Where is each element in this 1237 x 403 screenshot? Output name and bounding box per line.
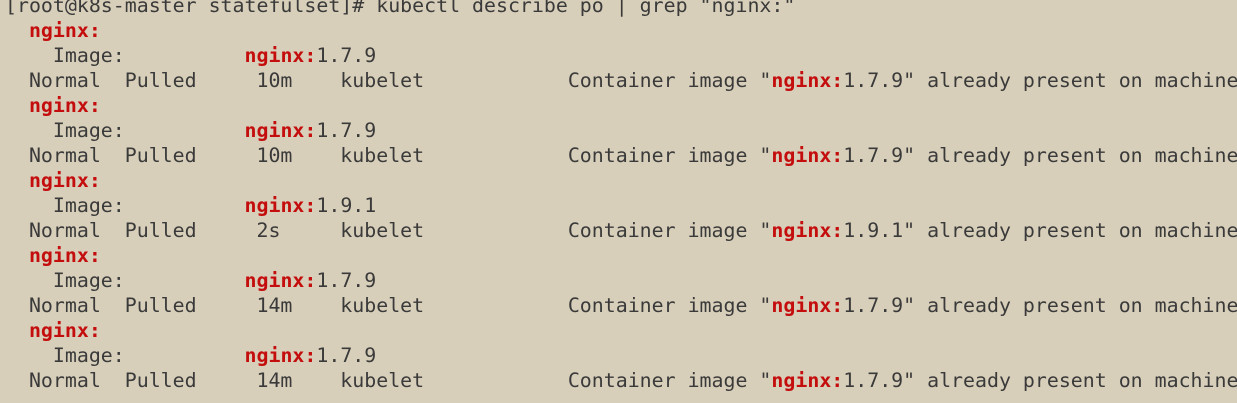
container-name-line: nginx: [5, 243, 1237, 268]
grep-match: nginx: [771, 219, 844, 242]
event-text: Normal Pulled 14m kubelet Container imag… [5, 294, 772, 317]
event-line: Normal Pulled 2s kubelet Container image… [5, 218, 1237, 243]
image-version: 1.7.9 [316, 44, 377, 67]
grep-match: nginx: [244, 119, 317, 142]
event-text-end: 1.7.9" already present on machine [843, 144, 1237, 167]
image-version: 1.9.1 [316, 194, 377, 217]
grep-match: nginx: [244, 269, 317, 292]
image-line: Image: nginx:1.9.1 [5, 193, 1237, 218]
grep-match: nginx: [28, 169, 101, 192]
grep-match: nginx: [244, 194, 317, 217]
container-name-line: nginx: [5, 168, 1237, 193]
event-text-end: 1.7.9" already present on machine [843, 294, 1237, 317]
grep-match: nginx: [244, 344, 317, 367]
image-label: Image: [5, 119, 245, 142]
grep-match: nginx: [28, 244, 101, 267]
grep-match: nginx: [771, 369, 844, 392]
grep-match: nginx: [28, 319, 101, 342]
grep-match: nginx: [28, 19, 101, 42]
event-line: Normal Pulled 10m kubelet Container imag… [5, 143, 1237, 168]
image-version: 1.7.9 [316, 344, 377, 367]
command-prompt-line: [root@k8s-master statefulset]# kubectl d… [5, 0, 796, 17]
event-text: Normal Pulled 2s kubelet Container image… [5, 219, 772, 242]
image-label: Image: [5, 194, 245, 217]
container-name-line: nginx: [5, 18, 1237, 43]
event-line: Normal Pulled 14m kubelet Container imag… [5, 293, 1237, 318]
image-label: Image: [5, 44, 245, 67]
event-text: Normal Pulled 10m kubelet Container imag… [5, 144, 772, 167]
image-version: 1.7.9 [316, 119, 377, 142]
terminal-window[interactable]: [root@k8s-master statefulset]# kubectl d… [0, 0, 1237, 396]
event-text: Normal Pulled 10m kubelet Container imag… [5, 69, 772, 92]
image-label: Image: [5, 344, 245, 367]
grep-match: nginx: [771, 294, 844, 317]
grep-match: nginx: [244, 44, 317, 67]
event-text-end: 1.7.9" already present on machine [843, 69, 1237, 92]
event-line: Normal Pulled 10m kubelet Container imag… [5, 68, 1237, 93]
image-line: Image: nginx:1.7.9 [5, 43, 1237, 68]
event-text-end: 1.7.9" already present on machine [843, 369, 1237, 392]
image-line: Image: nginx:1.7.9 [5, 118, 1237, 143]
grep-match: nginx: [771, 69, 844, 92]
container-name-line: nginx: [5, 318, 1237, 343]
image-line: Image: nginx:1.7.9 [5, 268, 1237, 293]
grep-match: nginx: [28, 94, 101, 117]
image-version: 1.7.9 [316, 269, 377, 292]
event-line: Normal Pulled 14m kubelet Container imag… [5, 368, 1237, 393]
grep-match: nginx: [771, 144, 844, 167]
event-text: Normal Pulled 14m kubelet Container imag… [5, 369, 772, 392]
container-name-line: nginx: [5, 93, 1237, 118]
image-label: Image: [5, 269, 245, 292]
event-text-end: 1.9.1" already present on machine [843, 219, 1237, 242]
image-line: Image: nginx:1.7.9 [5, 343, 1237, 368]
